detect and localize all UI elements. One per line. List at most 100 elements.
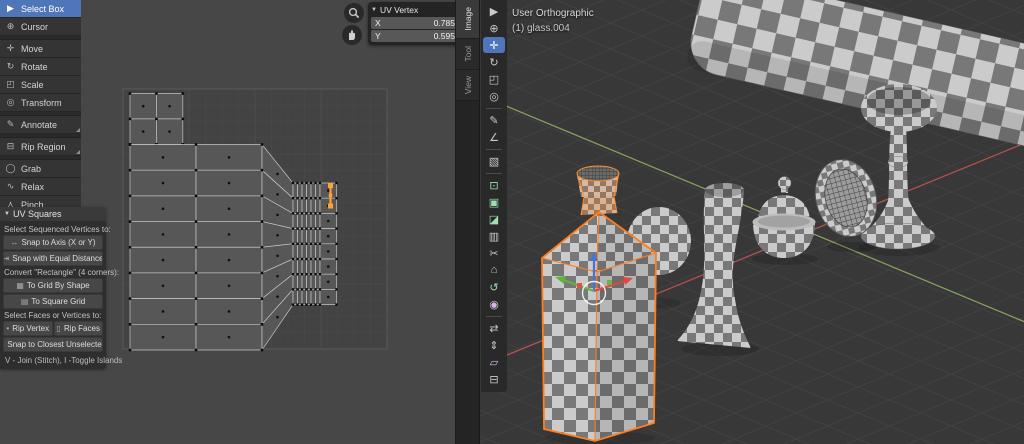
gizmo-plane-handle-red[interactable] <box>577 283 582 288</box>
rip-region-tool[interactable]: ⊟ <box>483 371 505 387</box>
button-label: Rip Vertex <box>12 324 49 333</box>
snap-to-closest-unselected-button[interactable]: ⌖Snap to Closest Unselected <box>3 337 103 352</box>
pan-button[interactable] <box>342 25 362 45</box>
gizmo-plane-handle-green[interactable] <box>607 280 612 285</box>
uv-y-field[interactable]: Y 0.595 <box>371 30 459 42</box>
tool-label: Annotate <box>21 120 57 130</box>
grid-shape-icon: ▦ <box>16 281 24 290</box>
tab-label: Tool <box>463 46 473 62</box>
section-label: Select Sequenced Vertices to: <box>4 225 102 234</box>
to-square-grid-button[interactable]: ▤To Square Grid <box>3 294 103 309</box>
tool-label: Move <box>21 44 43 54</box>
knife-tool[interactable]: ✂ <box>483 245 505 261</box>
select-box-tool[interactable]: ▶ <box>483 3 505 19</box>
submenu-indicator <box>76 128 80 132</box>
add-cube-tool[interactable]: ▧ <box>483 153 505 169</box>
toolbar-separator <box>486 316 502 317</box>
rotate-tool[interactable]: ↻ <box>483 54 505 70</box>
sidebar-tab-strip: Image Tool View <box>455 0 480 444</box>
tool-label: Relax <box>21 182 44 192</box>
active-object-text: (1) glass.004 <box>512 21 594 36</box>
magnifier-icon <box>348 7 360 19</box>
section-label: Select Faces or Vertices to: <box>4 311 102 320</box>
rip-region-icon: ⊟ <box>4 141 17 152</box>
tab-label: View <box>463 76 473 94</box>
tool-select-box[interactable]: ▶ Select Box <box>0 0 81 18</box>
rip-vertex-button[interactable]: •Rip Vertex <box>3 321 53 336</box>
smooth-tool[interactable]: ◉ <box>483 296 505 312</box>
viewport-canvas[interactable] <box>480 0 1024 444</box>
to-grid-by-shape-button[interactable]: ▦To Grid By Shape <box>3 278 103 293</box>
uv-squares-panel: ▼ UV Squares Select Sequenced Vertices t… <box>0 207 106 369</box>
tab-tool[interactable]: Tool <box>456 39 480 70</box>
uv-x-value: 0.785 <box>434 18 455 28</box>
tool-grab[interactable]: ◯Grab <box>0 160 81 178</box>
button-label: Rip Faces <box>64 324 100 333</box>
toolbar-separator <box>486 173 502 174</box>
tool-rip-region[interactable]: ⊟Rip Region <box>0 138 81 156</box>
bevel-tool[interactable]: ◪ <box>483 211 505 227</box>
tool-label: Transform <box>21 98 62 108</box>
uv-squares-panel-title: UV Squares <box>13 209 62 219</box>
rotate-icon: ↻ <box>4 61 17 72</box>
loop-cut-tool[interactable]: ▥ <box>483 228 505 244</box>
uv-vertex-panel: ▼ UV Vertex X 0.785 Y 0.595 <box>368 2 462 45</box>
hand-icon <box>346 29 358 41</box>
chevron-down-icon: ▼ <box>371 7 377 13</box>
uv-editor-region: ▶ Select Box ⊕Cursor ✛ Move ↻Rotate◰Scale ◎ Tra… <box>0 0 455 444</box>
tool-label: Grab <box>21 164 41 174</box>
rip-faces-button[interactable]: ▯Rip Faces <box>54 321 104 336</box>
button-label: To Square Grid <box>31 297 85 306</box>
tool-relax[interactable]: ∿ Relax <box>0 178 81 196</box>
uv-toolbar: ▶ Select Box ⊕Cursor ✛ Move ↻Rotate◰Scale ◎ Tra… <box>0 0 81 214</box>
transform-icon: ◎ <box>4 97 17 108</box>
extrude-region-tool[interactable]: ⊡ <box>483 177 505 193</box>
button-label: Snap with Equal Distance <box>12 254 103 263</box>
cursor-tool[interactable]: ⊕ <box>483 20 505 36</box>
snap-to-axis-x-or-y--button[interactable]: ↔Snap to Axis (X or Y) <box>3 235 103 250</box>
square-grid-icon: ▤ <box>21 297 29 306</box>
measure-tool[interactable]: ∠ <box>483 129 505 145</box>
submenu-indicator <box>76 150 80 154</box>
viewport-header: User Orthographic (1) glass.004 <box>512 6 594 36</box>
disc-shadow <box>827 242 877 252</box>
zoom-button[interactable] <box>344 3 364 23</box>
edge-slide-tool[interactable]: ⇄ <box>483 320 505 336</box>
inset-faces-tool[interactable]: ▣ <box>483 194 505 210</box>
shear-tool[interactable]: ▱ <box>483 354 505 370</box>
uv-squares-hint: V - Join (Stitch), I -Toggle Islands <box>3 353 103 366</box>
cursor-icon: ⊕ <box>4 21 17 32</box>
shrink-fatten-tool[interactable]: ⇕ <box>483 337 505 353</box>
snap-axis-icon: ↔ <box>10 238 18 247</box>
tool-label: Scale <box>21 80 44 90</box>
viewport-region: ▶⊕✛↻◰◎ ✎∠ ▧ ⊡▣◪▥✂⌂↺◉ ⇄⇕▱⊟ User Orthographic … <box>479 0 1024 444</box>
tool-transform[interactable]: ◎ Transform <box>0 94 81 112</box>
relax-icon: ∿ <box>4 181 17 192</box>
annotate-tool[interactable]: ✎ <box>483 112 505 128</box>
cylinder-object[interactable] <box>684 0 1024 166</box>
goblet-object[interactable] <box>858 84 940 256</box>
transform-tool[interactable]: ◎ <box>483 88 505 104</box>
uv-y-value: 0.595 <box>434 31 455 41</box>
tab-view[interactable]: View <box>456 70 480 101</box>
poly-build-tool[interactable]: ⌂ <box>483 262 505 278</box>
uv-squares-panel-header[interactable]: ▼ UV Squares <box>0 207 106 221</box>
move-tool[interactable]: ✛ <box>483 37 505 53</box>
tool-cursor[interactable]: ⊕Cursor <box>0 18 81 36</box>
section-label: Convert "Rectangle" (4 corners): <box>4 268 102 277</box>
scale-tool[interactable]: ◰ <box>483 71 505 87</box>
tool-annotate[interactable]: ✎ Annotate <box>0 116 81 134</box>
annotate-icon: ✎ <box>4 119 17 130</box>
tool-rotate[interactable]: ↻Rotate <box>0 58 81 76</box>
uv-vertex-panel-header[interactable]: ▼ UV Vertex <box>371 4 459 16</box>
bottle-object[interactable] <box>542 166 656 444</box>
snap-with-equal-distance-button[interactable]: ⇥Snap with Equal Distance <box>3 251 103 266</box>
move-icon: ✛ <box>4 43 17 54</box>
select-box-icon: ▶ <box>4 3 17 14</box>
tool-label: Select Box <box>21 4 64 14</box>
tool-move[interactable]: ✛ Move <box>0 40 81 58</box>
uv-x-field[interactable]: X 0.785 <box>371 17 459 29</box>
tool-scale[interactable]: ◰Scale <box>0 76 81 94</box>
tab-image[interactable]: Image <box>456 0 480 39</box>
spin-tool[interactable]: ↺ <box>483 279 505 295</box>
